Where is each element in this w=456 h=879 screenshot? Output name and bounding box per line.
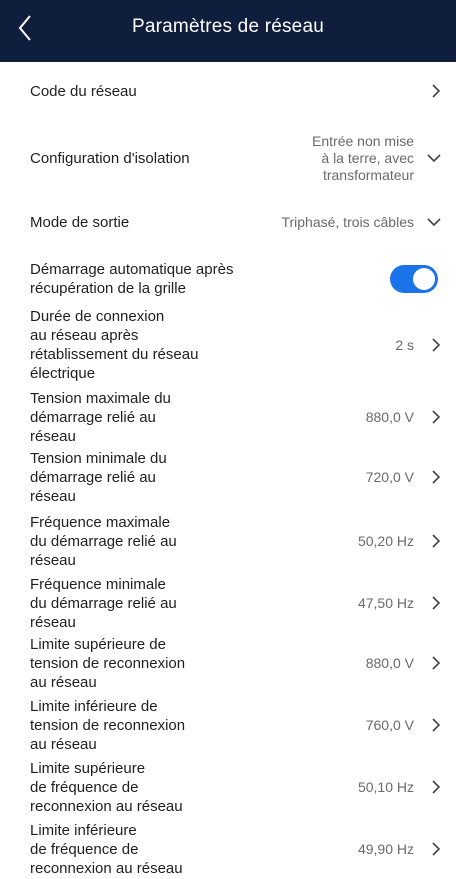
chevron-right-icon <box>420 776 442 798</box>
toggle-knob <box>413 268 435 290</box>
setting-label: Mode de sortie <box>30 213 130 231</box>
setting-label: Tension minimale du démarrage relié au r… <box>30 449 167 505</box>
setting-row-auto-start: Démarrage automatique après récupération… <box>0 252 456 306</box>
chevron-down-icon <box>420 211 442 233</box>
setting-row-connection-delay[interactable]: Durée de connexion au réseau après rétab… <box>0 306 456 384</box>
chevron-right-icon <box>420 80 442 102</box>
setting-label: Démarrage automatique après récupération… <box>30 261 234 297</box>
setting-label: Limite inférieure de tension de reconnex… <box>30 697 186 753</box>
chevron-right-icon <box>420 530 442 552</box>
chevron-right-icon <box>420 838 442 860</box>
setting-row-output-mode[interactable]: Mode de sortie Triphasé, trois câbles <box>0 196 456 248</box>
setting-label: Code du réseau <box>30 82 137 100</box>
setting-row-isolation-config[interactable]: Configuration d'isolation Entrée non mis… <box>0 120 456 196</box>
setting-row-reconnect-voltage-upper[interactable]: Limite supérieure de tension de reconnex… <box>0 634 456 692</box>
setting-label: Limite inférieure de fréquence de reconn… <box>30 821 183 877</box>
auto-start-toggle[interactable] <box>390 265 438 293</box>
setting-value: 880,0 V <box>365 654 414 671</box>
setting-value: Triphasé, trois câbles <box>281 213 414 230</box>
setting-value: 50,10 Hz <box>357 778 414 795</box>
setting-row-max-voltage-start[interactable]: Tension maximale du démarrage relié au r… <box>0 388 456 446</box>
setting-label: Limite supérieure de tension de reconnex… <box>30 635 186 691</box>
chevron-right-icon <box>420 406 442 428</box>
chevron-right-icon <box>420 592 442 614</box>
setting-value: Entrée non mise à la terre, avec transfo… <box>312 132 414 183</box>
chevron-right-icon <box>420 466 442 488</box>
setting-label: Configuration d'isolation <box>30 149 190 167</box>
setting-row-reconnect-frequency-lower[interactable]: Limite inférieure de fréquence de reconn… <box>0 820 456 878</box>
setting-value: 47,50 Hz <box>357 594 414 611</box>
setting-row-max-frequency-start[interactable]: Fréquence maximale du démarrage relié au… <box>0 512 456 570</box>
chevron-down-icon <box>420 147 442 169</box>
setting-row-grid-code[interactable]: Code du réseau <box>0 62 456 120</box>
header-bar: Paramètres de réseau <box>0 0 456 62</box>
setting-row-reconnect-voltage-lower[interactable]: Limite inférieure de tension de reconnex… <box>0 696 456 754</box>
setting-label: Limite supérieure de fréquence de reconn… <box>30 759 183 815</box>
setting-row-min-voltage-start[interactable]: Tension minimale du démarrage relié au r… <box>0 448 456 506</box>
chevron-right-icon <box>420 334 442 356</box>
setting-row-reconnect-frequency-upper[interactable]: Limite supérieure de fréquence de reconn… <box>0 758 456 816</box>
setting-value: 720,0 V <box>365 468 414 485</box>
setting-label: Tension maximale du démarrage relié au r… <box>30 389 171 445</box>
setting-value: 50,20 Hz <box>357 532 414 549</box>
setting-row-min-frequency-start[interactable]: Fréquence minimale du démarrage relié au… <box>0 574 456 632</box>
setting-value: 2 s <box>395 336 414 353</box>
chevron-right-icon <box>420 714 442 736</box>
setting-value: 760,0 V <box>365 716 414 733</box>
setting-value: 49,90 Hz <box>357 840 414 857</box>
page-title: Paramètres de réseau <box>132 16 324 37</box>
chevron-right-icon <box>420 652 442 674</box>
setting-label: Fréquence minimale du démarrage relié au… <box>30 575 177 631</box>
setting-label: Fréquence maximale du démarrage relié au… <box>30 513 177 569</box>
setting-label: Durée de connexion au réseau après rétab… <box>30 308 199 382</box>
setting-value: 880,0 V <box>365 408 414 425</box>
